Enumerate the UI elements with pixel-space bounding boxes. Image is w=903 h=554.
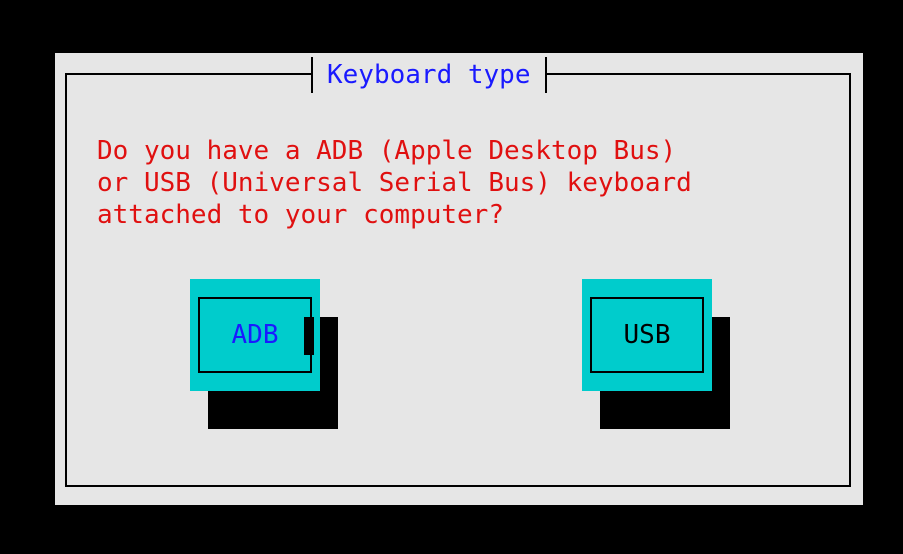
focus-cursor <box>304 317 314 355</box>
usb-button[interactable]: USB <box>582 279 712 391</box>
keyboard-question: Do you have a ADB (Apple Desktop Bus) or… <box>97 136 692 230</box>
dialog-title: Keyboard type <box>327 60 531 90</box>
dialog-title-box: Keyboard type <box>311 57 547 93</box>
usb-button-label: USB <box>590 297 704 373</box>
keyboard-type-dialog: Keyboard type Do you have a ADB (Apple D… <box>55 53 863 505</box>
adb-button[interactable]: ADB <box>190 279 320 391</box>
adb-button-label: ADB <box>198 297 312 373</box>
